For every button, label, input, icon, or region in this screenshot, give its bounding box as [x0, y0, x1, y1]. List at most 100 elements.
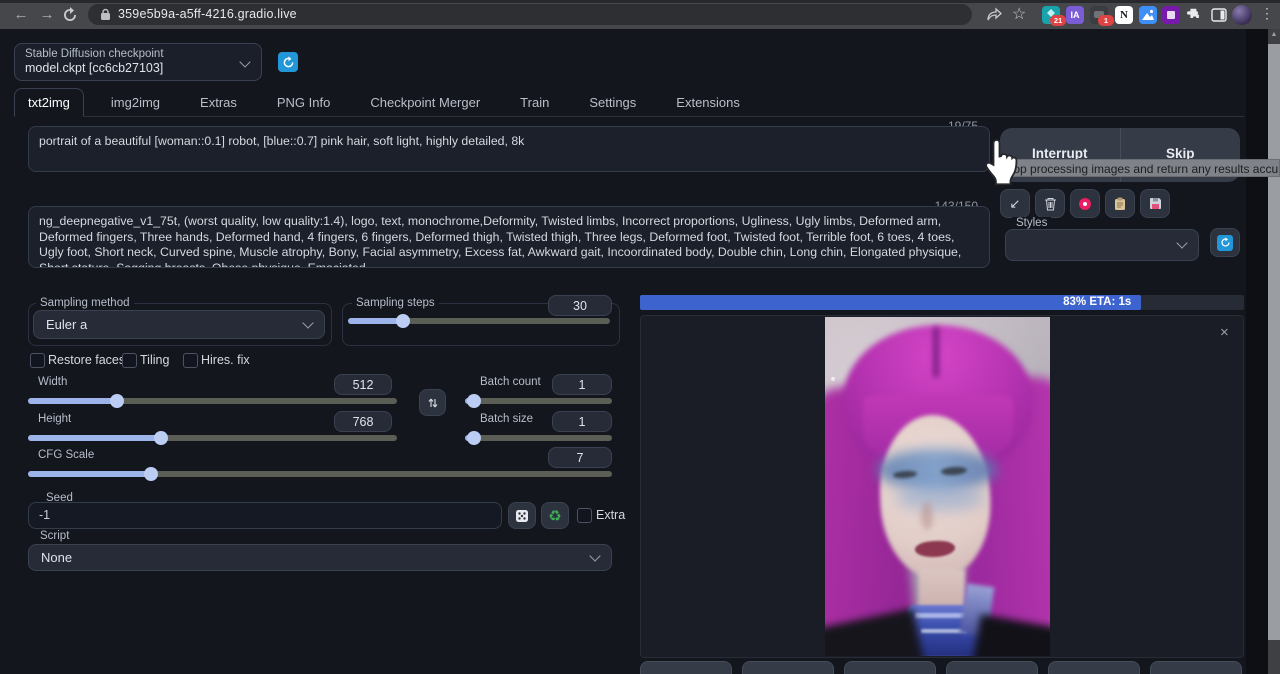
clear-prompt-button[interactable]	[1035, 189, 1065, 218]
extension-icon-photos[interactable]	[1139, 6, 1157, 24]
extra-seed-checkbox[interactable]	[577, 508, 592, 523]
dice-icon	[515, 509, 529, 523]
sampling-method-dropdown[interactable]: Euler a	[33, 310, 325, 339]
tiling-checkbox[interactable]	[122, 353, 137, 368]
url-text[interactable]: 359e5b9a-a5ff-4216.gradio.live	[118, 7, 297, 21]
slider-handle[interactable]	[467, 394, 481, 408]
negative-prompt-textarea[interactable]: ng_deepnegative_v1_75t, (worst quality, …	[28, 206, 990, 268]
reload-icon[interactable]	[62, 7, 78, 28]
close-preview-icon[interactable]: ×	[1220, 324, 1229, 341]
batch-size-input[interactable]: 1	[552, 411, 612, 432]
sampling-method-label: Sampling method	[36, 297, 134, 309]
image-layer	[831, 377, 835, 381]
refresh-styles-button[interactable]	[1210, 228, 1240, 257]
arrow-down-left-icon: ↙	[1010, 196, 1021, 212]
slider-handle[interactable]	[467, 431, 481, 445]
extension-icon-office[interactable]	[1162, 6, 1180, 24]
floppy-icon	[1149, 197, 1162, 210]
extension-icon-tasks[interactable]: 21	[1042, 6, 1060, 24]
stable-diffusion-webui: ← → 359e5b9a-a5ff-4216.gradio.live ☆ 21 …	[0, 0, 1280, 674]
extension-icon-chat[interactable]: 1	[1090, 6, 1108, 24]
batch-count-input[interactable]: 1	[552, 374, 612, 395]
share-icon[interactable]	[986, 7, 1002, 27]
slider-handle[interactable]	[144, 467, 158, 481]
paste-params-button[interactable]: ↙	[1000, 189, 1030, 218]
lock-icon	[100, 8, 111, 26]
tab-train[interactable]: Train	[507, 89, 562, 116]
script-dropdown[interactable]: None	[28, 544, 612, 571]
gallery-action-button[interactable]	[742, 661, 834, 674]
sampling-steps-input[interactable]: 30	[548, 295, 612, 316]
save-style-button[interactable]	[1140, 189, 1170, 218]
width-label: Width	[38, 376, 67, 388]
chevron-down-icon	[302, 317, 313, 328]
tab-extensions[interactable]: Extensions	[663, 89, 753, 116]
batch-count-label: Batch count	[480, 376, 541, 388]
extra-seed-label: Extra	[596, 508, 625, 522]
slider-handle[interactable]	[154, 431, 168, 445]
tab-png-info[interactable]: PNG Info	[264, 89, 343, 116]
tab-txt2img[interactable]: txt2img	[14, 88, 84, 117]
profile-avatar[interactable]	[1232, 5, 1252, 25]
forward-icon[interactable]: →	[36, 4, 58, 26]
extra-networks-button[interactable]	[1070, 189, 1100, 218]
browser-menu-icon[interactable]: ⋮	[1260, 5, 1274, 22]
gallery-action-button[interactable]	[1048, 661, 1140, 674]
styles-dropdown[interactable]	[1005, 229, 1199, 261]
interrupt-tooltip: Stop processing images and return any re…	[997, 159, 1280, 177]
checkpoint-dropdown[interactable]: Stable Diffusion checkpoint model.ckpt […	[14, 43, 262, 81]
refresh-checkpoint-button[interactable]	[278, 52, 298, 72]
bookmark-star-icon[interactable]: ☆	[1012, 4, 1026, 24]
tab-img2img[interactable]: img2img	[98, 89, 173, 116]
cfg-scale-input[interactable]: 7	[548, 447, 612, 468]
gallery-action-button[interactable]	[946, 661, 1038, 674]
extension-icon-ia[interactable]: IA	[1066, 6, 1084, 24]
prompt-textarea[interactable]: portrait of a beautiful [woman::0.1] rob…	[28, 126, 990, 172]
tab-settings[interactable]: Settings	[576, 89, 649, 116]
image-layer	[921, 502, 933, 530]
progress-bar: 83% ETA: 1s	[640, 295, 1244, 310]
extension-badge: 1	[1098, 15, 1114, 26]
chevron-down-icon	[1176, 237, 1187, 248]
tab-extras[interactable]: Extras	[187, 89, 250, 116]
width-slider[interactable]	[28, 398, 397, 404]
batch-count-slider[interactable]	[465, 398, 612, 404]
swap-dimensions-button[interactable]	[419, 389, 446, 416]
slider-handle[interactable]	[396, 314, 410, 328]
sampling-steps-slider[interactable]	[348, 318, 610, 324]
apply-style-button[interactable]	[1105, 189, 1135, 218]
gallery-action-button[interactable]	[640, 661, 732, 674]
gallery-action-button[interactable]	[844, 661, 936, 674]
refresh-icon	[1217, 235, 1233, 251]
gallery-action-button[interactable]	[1150, 661, 1242, 674]
scrollbar-up-icon[interactable]: ▲	[1268, 31, 1280, 38]
extension-icon-notion[interactable]: N	[1115, 6, 1133, 24]
seed-input[interactable]: -1	[28, 502, 502, 529]
height-input[interactable]: 768	[334, 411, 392, 432]
batch-size-label: Batch size	[480, 413, 533, 425]
cfg-scale-label: CFG Scale	[38, 449, 94, 461]
scrollbar-thumb[interactable]	[1268, 44, 1280, 640]
cfg-scale-slider[interactable]	[28, 471, 612, 477]
extensions-puzzle-icon[interactable]	[1186, 6, 1204, 29]
generated-image[interactable]	[825, 317, 1050, 656]
styles-label: Styles	[1012, 217, 1051, 229]
height-slider[interactable]	[28, 435, 397, 441]
slider-handle[interactable]	[110, 394, 124, 408]
clipboard-icon	[1114, 197, 1126, 211]
restore-faces-checkbox[interactable]	[30, 353, 45, 368]
tab-checkpoint-merger[interactable]: Checkpoint Merger	[357, 89, 493, 116]
sidepanel-icon[interactable]	[1210, 6, 1228, 29]
script-label: Script	[36, 530, 73, 542]
batch-size-slider[interactable]	[465, 435, 612, 441]
checkpoint-label: Stable Diffusion checkpoint	[25, 48, 164, 60]
random-seed-button[interactable]	[508, 502, 536, 529]
trash-icon	[1044, 197, 1057, 211]
page-edge	[1246, 29, 1268, 674]
image-layer	[895, 485, 985, 511]
width-input[interactable]: 512	[334, 374, 392, 395]
reuse-seed-button[interactable]: ♻	[541, 502, 569, 529]
hires-fix-checkbox[interactable]	[183, 353, 198, 368]
back-icon[interactable]: ←	[10, 4, 32, 26]
negative-prompt-text: ng_deepnegative_v1_75t, (worst quality, …	[29, 207, 989, 268]
